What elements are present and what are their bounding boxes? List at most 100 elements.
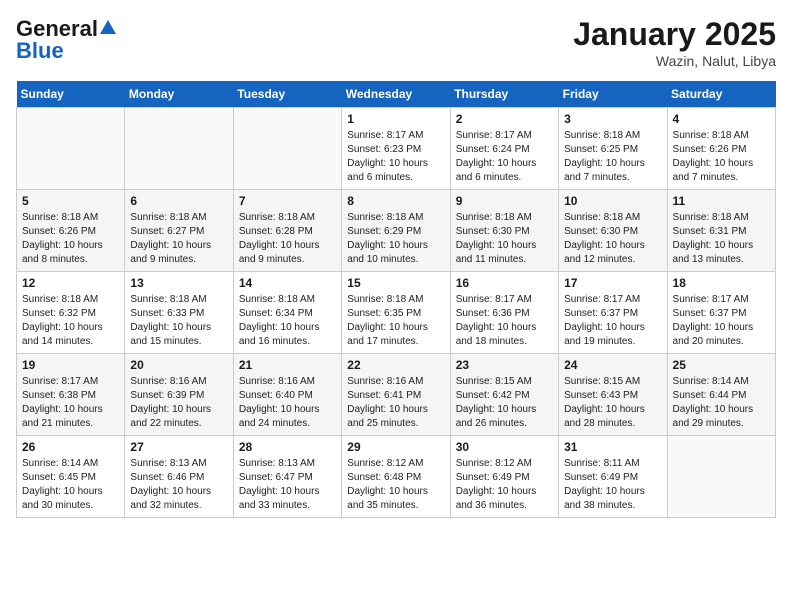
day-info: Sunrise: 8:15 AMSunset: 6:42 PMDaylight:… [456,375,553,431]
logo: General Blue [16,16,117,64]
day-cell: 9 Sunrise: 8:18 AMSunset: 6:30 PMDaylight… [450,190,558,272]
location: Wazin, Nalut, Libya [573,53,776,69]
day-cell: 31 Sunrise: 8:11 AMSunset: 6:49 PMDayligh… [559,436,667,518]
day-cell: 29 Sunrise: 8:12 AMSunset: 6:48 PMDayligh… [342,436,450,518]
day-number: 19 [22,358,119,372]
day-info: Sunrise: 8:17 AMSunset: 6:37 PMDaylight:… [564,293,661,349]
weekday-header-wednesday: Wednesday [342,81,450,108]
page-header: General Blue January 2025 Wazin, Nalut, … [16,16,776,69]
day-info: Sunrise: 8:16 AMSunset: 6:39 PMDaylight:… [130,375,227,431]
day-number: 22 [347,358,444,372]
day-number: 29 [347,440,444,454]
day-number: 23 [456,358,553,372]
logo-icon [99,18,117,36]
day-number: 20 [130,358,227,372]
day-cell: 19 Sunrise: 8:17 AMSunset: 6:38 PMDayligh… [17,354,125,436]
day-cell: 13Sunrise: 8:18 AMSunset: 6:33 PMDayligh… [125,272,233,354]
day-cell: 5 Sunrise: 8:18 AMSunset: 6:26 PMDaylight… [17,190,125,272]
day-cell: 16 Sunrise: 8:17 AMSunset: 6:36 PMDayligh… [450,272,558,354]
day-cell: 22 Sunrise: 8:16 AMSunset: 6:41 PMDayligh… [342,354,450,436]
week-row-2: 5 Sunrise: 8:18 AMSunset: 6:26 PMDaylight… [17,190,776,272]
day-cell: 23 Sunrise: 8:15 AMSunset: 6:42 PMDayligh… [450,354,558,436]
day-number: 6 [130,194,227,208]
week-row-4: 19 Sunrise: 8:17 AMSunset: 6:38 PMDayligh… [17,354,776,436]
day-cell: 8 Sunrise: 8:18 AMSunset: 6:29 PMDaylight… [342,190,450,272]
month-title: January 2025 [573,16,776,53]
day-info: Sunrise: 8:17 AMSunset: 6:36 PMDaylight:… [456,293,553,349]
day-cell [667,436,775,518]
day-number: 7 [239,194,336,208]
day-cell: 28 Sunrise: 8:13 AMSunset: 6:47 PMDayligh… [233,436,341,518]
day-cell: 15 Sunrise: 8:18 AMSunset: 6:35 PMDayligh… [342,272,450,354]
logo-blue: Blue [16,38,64,64]
day-number: 12 [22,276,119,290]
day-cell: 21Sunrise: 8:16 AMSunset: 6:40 PMDayligh… [233,354,341,436]
day-number: 27 [130,440,227,454]
day-cell: 6 Sunrise: 8:18 AMSunset: 6:27 PMDaylight… [125,190,233,272]
day-info: Sunrise: 8:18 AMSunset: 6:31 PMDaylight:… [673,211,770,267]
day-number: 26 [22,440,119,454]
day-number: 4 [673,112,770,126]
weekday-header-sunday: Sunday [17,81,125,108]
day-info: Sunrise: 8:17 AMSunset: 6:23 PMDaylight:… [347,129,444,185]
day-cell: 14Sunrise: 8:18 AMSunset: 6:34 PMDayligh… [233,272,341,354]
day-cell: 17Sunrise: 8:17 AMSunset: 6:37 PMDayligh… [559,272,667,354]
day-info: Sunrise: 8:17 AMSunset: 6:38 PMDaylight:… [22,375,119,431]
calendar-table: SundayMondayTuesdayWednesdayThursdayFrid… [16,81,776,518]
day-cell [125,108,233,190]
day-info: Sunrise: 8:18 AMSunset: 6:30 PMDaylight:… [564,211,661,267]
day-info: Sunrise: 8:14 AMSunset: 6:45 PMDaylight:… [22,457,119,513]
day-number: 10 [564,194,661,208]
day-number: 24 [564,358,661,372]
day-number: 3 [564,112,661,126]
day-cell [233,108,341,190]
day-number: 21 [239,358,336,372]
day-number: 1 [347,112,444,126]
week-row-1: 1 Sunrise: 8:17 AMSunset: 6:23 PMDaylight… [17,108,776,190]
day-number: 25 [673,358,770,372]
day-cell: 18Sunrise: 8:17 AMSunset: 6:37 PMDayligh… [667,272,775,354]
day-info: Sunrise: 8:18 AMSunset: 6:26 PMDaylight:… [673,129,770,185]
day-number: 9 [456,194,553,208]
day-cell: 25 Sunrise: 8:14 AMSunset: 6:44 PMDayligh… [667,354,775,436]
day-number: 5 [22,194,119,208]
day-info: Sunrise: 8:11 AMSunset: 6:49 PMDaylight:… [564,457,661,513]
day-number: 14 [239,276,336,290]
day-info: Sunrise: 8:18 AMSunset: 6:27 PMDaylight:… [130,211,227,267]
weekday-header-saturday: Saturday [667,81,775,108]
day-info: Sunrise: 8:13 AMSunset: 6:46 PMDaylight:… [130,457,227,513]
day-info: Sunrise: 8:18 AMSunset: 6:35 PMDaylight:… [347,293,444,349]
day-cell: 27 Sunrise: 8:13 AMSunset: 6:46 PMDayligh… [125,436,233,518]
day-cell: 1 Sunrise: 8:17 AMSunset: 6:23 PMDaylight… [342,108,450,190]
title-block: January 2025 Wazin, Nalut, Libya [573,16,776,69]
day-info: Sunrise: 8:15 AMSunset: 6:43 PMDaylight:… [564,375,661,431]
day-cell: 11 Sunrise: 8:18 AMSunset: 6:31 PMDayligh… [667,190,775,272]
day-info: Sunrise: 8:12 AMSunset: 6:49 PMDaylight:… [456,457,553,513]
weekday-header-thursday: Thursday [450,81,558,108]
day-info: Sunrise: 8:18 AMSunset: 6:29 PMDaylight:… [347,211,444,267]
day-info: Sunrise: 8:18 AMSunset: 6:26 PMDaylight:… [22,211,119,267]
day-info: Sunrise: 8:18 AMSunset: 6:33 PMDaylight:… [130,293,227,349]
day-cell: 4 Sunrise: 8:18 AMSunset: 6:26 PMDaylight… [667,108,775,190]
day-number: 31 [564,440,661,454]
weekday-header-tuesday: Tuesday [233,81,341,108]
day-info: Sunrise: 8:12 AMSunset: 6:48 PMDaylight:… [347,457,444,513]
day-cell: 24 Sunrise: 8:15 AMSunset: 6:43 PMDayligh… [559,354,667,436]
day-number: 11 [673,194,770,208]
weekday-header-row: SundayMondayTuesdayWednesdayThursdayFrid… [17,81,776,108]
day-info: Sunrise: 8:17 AMSunset: 6:37 PMDaylight:… [673,293,770,349]
day-info: Sunrise: 8:14 AMSunset: 6:44 PMDaylight:… [673,375,770,431]
day-cell: 2 Sunrise: 8:17 AMSunset: 6:24 PMDaylight… [450,108,558,190]
day-number: 8 [347,194,444,208]
weekday-header-friday: Friday [559,81,667,108]
day-number: 28 [239,440,336,454]
day-info: Sunrise: 8:18 AMSunset: 6:30 PMDaylight:… [456,211,553,267]
day-info: Sunrise: 8:16 AMSunset: 6:41 PMDaylight:… [347,375,444,431]
day-cell: 12Sunrise: 8:18 AMSunset: 6:32 PMDayligh… [17,272,125,354]
day-info: Sunrise: 8:18 AMSunset: 6:25 PMDaylight:… [564,129,661,185]
day-info: Sunrise: 8:13 AMSunset: 6:47 PMDaylight:… [239,457,336,513]
day-number: 15 [347,276,444,290]
day-number: 16 [456,276,553,290]
day-number: 2 [456,112,553,126]
day-info: Sunrise: 8:17 AMSunset: 6:24 PMDaylight:… [456,129,553,185]
